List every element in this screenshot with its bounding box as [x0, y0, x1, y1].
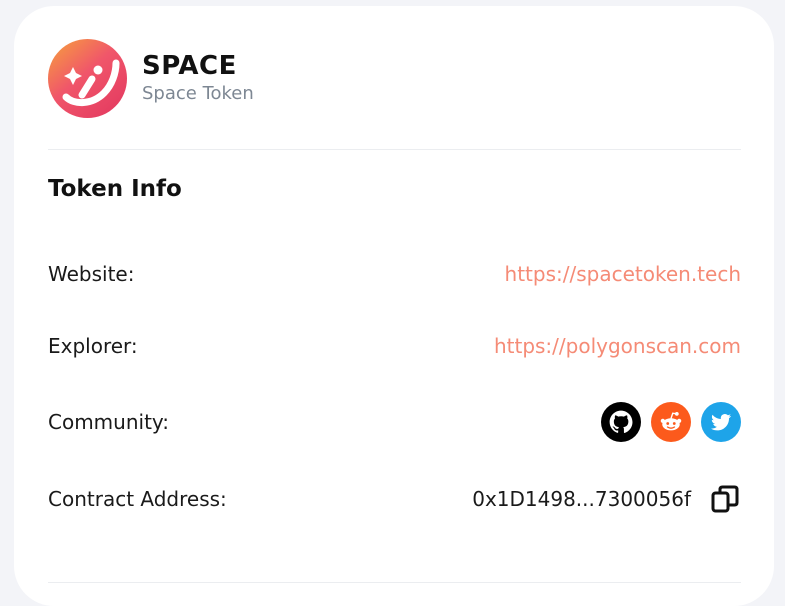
contract-label: Contract Address: [48, 487, 227, 511]
github-icon[interactable] [601, 402, 641, 442]
explorer-row: Explorer: https://polygonscan.com [48, 326, 741, 366]
copy-icon[interactable] [709, 483, 741, 515]
token-title-block: SPACE Space Token [142, 50, 254, 106]
explorer-label: Explorer: [48, 334, 138, 358]
community-row: Community: [48, 402, 741, 442]
token-header: SPACE Space Token [48, 38, 254, 118]
contract-row: Contract Address: 0x1D1498...7300056f [48, 479, 741, 519]
twitter-icon[interactable] [701, 402, 741, 442]
token-symbol: SPACE [142, 51, 237, 81]
token-info-title: Token Info [48, 176, 182, 202]
contract-address-wrap: 0x1D1498...7300056f [472, 483, 741, 515]
community-label: Community: [48, 410, 170, 434]
token-name: Space Token [142, 83, 254, 104]
contract-address: 0x1D1498...7300056f [472, 487, 691, 511]
explorer-link[interactable]: https://polygonscan.com [494, 334, 741, 358]
space-token-logo-icon [48, 38, 127, 118]
header-divider [48, 149, 741, 150]
token-card: SPACE Space Token Token Info Website: ht… [14, 6, 774, 606]
website-link[interactable]: https://spacetoken.tech [505, 262, 741, 286]
community-links [591, 402, 741, 442]
reddit-icon[interactable] [651, 402, 691, 442]
website-label: Website: [48, 262, 135, 286]
website-row: Website: https://spacetoken.tech [48, 254, 741, 294]
